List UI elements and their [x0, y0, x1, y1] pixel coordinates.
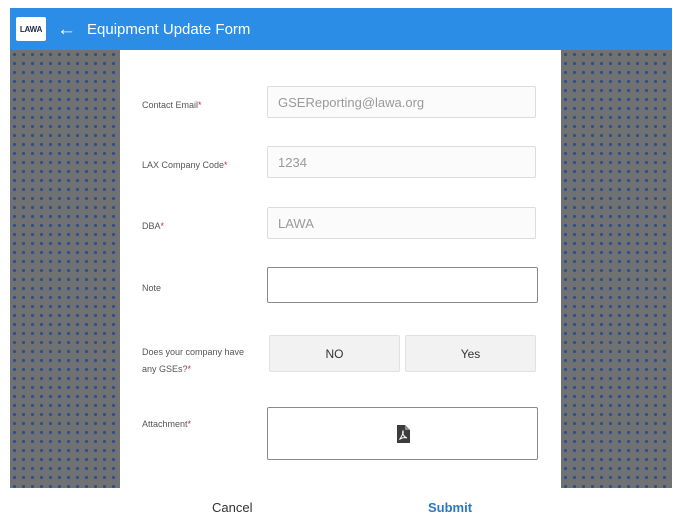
dba-field[interactable]: LAWA [267, 207, 536, 239]
cancel-button[interactable]: Cancel [212, 500, 252, 515]
background-pattern-left [10, 50, 120, 488]
app-header: LAWA ← Equipment Update Form [10, 8, 672, 50]
gse-yes-button[interactable]: Yes [405, 335, 536, 372]
required-marker: * [187, 419, 192, 429]
page-title: Equipment Update Form [87, 20, 251, 38]
company-code-label: LAX Company Code* [142, 160, 228, 170]
gse-question-label: Does your company have any GSEs?* [142, 347, 245, 374]
note-input[interactable] [267, 267, 538, 303]
required-marker: * [198, 100, 202, 110]
attachment-upload[interactable] [267, 407, 538, 460]
contact-email-field[interactable]: GSEReporting@lawa.org [267, 86, 536, 118]
required-marker: * [187, 364, 192, 374]
gse-no-button[interactable]: NO [269, 335, 400, 372]
equipment-form: Contact Email* GSEReporting@lawa.org LAX… [120, 50, 561, 488]
pdf-icon [396, 424, 410, 443]
background-pattern-right [561, 50, 672, 488]
submit-button[interactable]: Submit [428, 500, 472, 515]
required-marker: * [224, 160, 228, 170]
back-arrow-icon[interactable]: ← [57, 20, 76, 39]
company-code-field[interactable]: 1234 [267, 146, 536, 178]
contact-email-label: Contact Email* [142, 100, 202, 110]
required-marker: * [160, 221, 165, 231]
lawa-logo: LAWA [16, 17, 46, 41]
note-label: Note [142, 283, 162, 293]
attachment-label: Attachment* [142, 419, 192, 429]
dba-label: DBA* [142, 221, 165, 231]
